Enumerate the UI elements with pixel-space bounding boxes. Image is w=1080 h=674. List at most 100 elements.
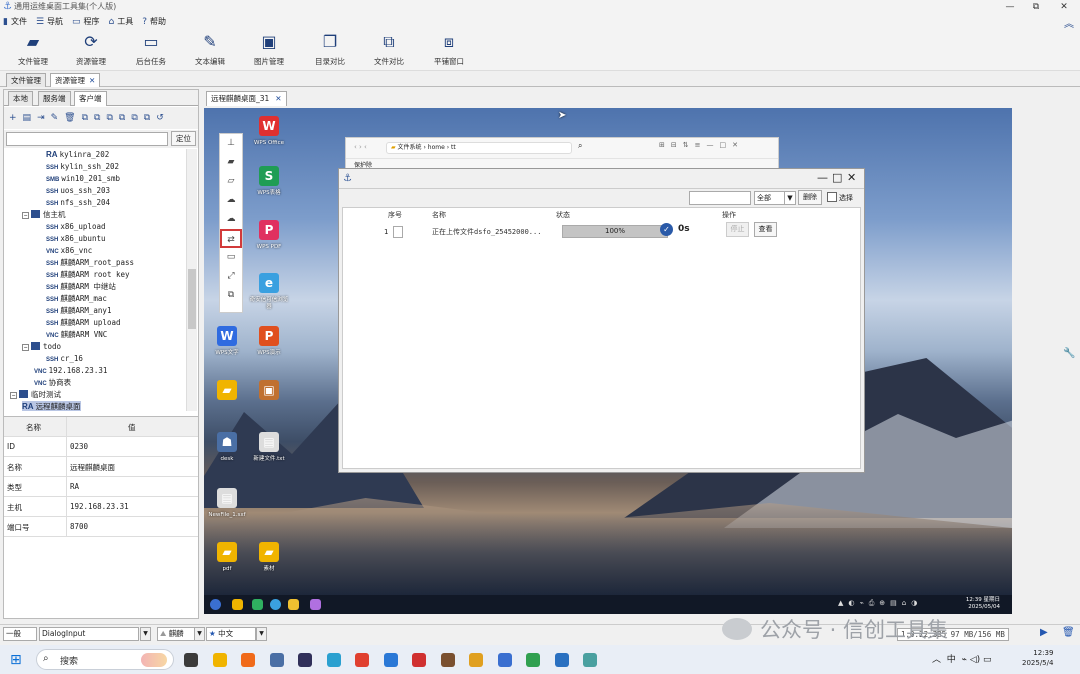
theme-select[interactable]: ⛰ 麒麟 — [157, 627, 195, 641]
desktop-icon[interactable]: ▰ 素材 — [249, 542, 289, 573]
tree-node[interactable]: SSH 麒麟ARM 中继站 — [46, 281, 116, 293]
tree-node[interactable]: SMB win10_201_smb — [46, 173, 120, 185]
transfer-window[interactable]: ⚓ — □ ✕ 全部 ▼ 删除 选择 序号 名称 状态 操作 1 正在上传文件d… — [338, 168, 865, 473]
desktop-icon[interactable]: S WPS表格 — [249, 166, 289, 197]
tab-resource-manager[interactable]: 资源管理 ✕ — [50, 73, 101, 87]
tree-node[interactable]: SSH x86_ubuntu — [46, 233, 106, 245]
close-tab-icon[interactable]: ✕ — [275, 94, 281, 103]
taskbar-app-icon[interactable] — [554, 653, 569, 667]
taskbar-app-icon[interactable] — [383, 653, 398, 667]
float-tool-icon-2[interactable]: ▱ — [220, 172, 242, 191]
float-tool-icon-8[interactable]: ⧉ — [220, 286, 242, 305]
taskbar-app-icon[interactable] — [412, 653, 426, 667]
start-icon[interactable] — [210, 599, 221, 610]
path-bar[interactable]: ▰ 文件系统 › home › tt — [386, 142, 572, 154]
desktop-icon[interactable]: ▤ NewFile_1.sxf — [207, 488, 247, 519]
desktop-icon[interactable]: W WPS Office — [249, 116, 289, 147]
desktop-icon[interactable]: W WPS文字 — [207, 326, 247, 357]
close-button[interactable]: ✕ — [1050, 0, 1078, 14]
taskbar-app-icon[interactable] — [241, 653, 255, 667]
trash-icon[interactable]: 🗑 — [1062, 627, 1075, 638]
tree-folder[interactable]: − 临时测试 — [10, 389, 61, 401]
tool-icon-2[interactable]: ⇥ — [37, 113, 45, 123]
restore-button[interactable]: ⧉ — [1022, 0, 1050, 14]
toolbar-button-5[interactable]: ❐ 目录对比 — [303, 31, 357, 67]
tree-node[interactable]: SSH nfs_ssh_204 — [46, 197, 110, 209]
transfer-icon[interactable]: ⇄ — [220, 229, 242, 248]
desktop-icon[interactable]: ▣ — [249, 380, 289, 404]
tree-node[interactable]: RA kylinra_202 — [46, 149, 109, 161]
toolbar-button-6[interactable]: ⧉ 文件对比 — [362, 31, 416, 67]
app-icon[interactable] — [288, 599, 299, 610]
desktop-icon[interactable]: ☗ desk — [207, 432, 247, 463]
menu-item-4[interactable]: ? 帮助 — [142, 16, 166, 27]
delete-button[interactable]: 删除 — [798, 190, 822, 205]
tool-icon-10[interactable]: ⧉ — [144, 113, 150, 123]
taskbar-app-icon[interactable] — [212, 653, 227, 667]
language-select[interactable]: ★ 中文 — [206, 627, 256, 641]
tool-icon-8[interactable]: ⧉ — [119, 113, 125, 123]
tool-icon-6[interactable]: ⧉ — [94, 113, 100, 123]
desktop-icon[interactable]: ▰ pdf — [207, 542, 247, 573]
menu-item-2[interactable]: ▭ 程序 — [72, 16, 100, 27]
search-icon[interactable]: ⌕ — [578, 141, 582, 151]
close-tab-icon[interactable]: ✕ — [89, 76, 95, 85]
tree-node[interactable]: SSH kylin_ssh_202 — [46, 161, 119, 173]
float-tool-icon-0[interactable]: ⊥ — [220, 134, 242, 153]
tree-node[interactable]: VNC 192.168.23.31 — [34, 365, 107, 377]
taskbar-app-icon[interactable] — [326, 653, 341, 667]
input-select[interactable]: DialogInput — [39, 627, 139, 641]
taskbar-app-icon[interactable] — [526, 653, 540, 667]
taskbar-app-icon[interactable] — [184, 653, 198, 667]
expand-icon[interactable]: − — [10, 392, 17, 399]
view-controls[interactable]: ⊞⊟⇅≡—□✕ — [659, 141, 744, 149]
chevron-down-icon[interactable]: ▼ — [140, 627, 151, 641]
chevron-down-icon[interactable]: ▼ — [194, 627, 205, 641]
menu-item-0[interactable]: ▮ 文件 — [3, 16, 27, 27]
tree-node[interactable]: VNC 麒麟ARM VNC — [46, 329, 107, 341]
tab-file-manager[interactable]: 文件管理 — [6, 73, 46, 87]
select-checkbox[interactable]: 选择 — [827, 192, 853, 204]
scrollbar-thumb[interactable] — [188, 269, 196, 329]
toolbar-button-3[interactable]: ✎ 文本编辑 — [183, 31, 237, 67]
view-button[interactable]: 查看 — [754, 222, 777, 237]
tree-node[interactable]: VNC x86_vnc — [46, 245, 92, 257]
app-icon[interactable] — [252, 599, 263, 610]
tree-folder[interactable]: − todo — [22, 341, 61, 353]
menu-item-3[interactable]: ⌂ 工具 — [109, 16, 134, 27]
minimize-button[interactable]: — — [817, 171, 828, 185]
tree-scrollbar[interactable] — [186, 149, 197, 411]
menu-item-1[interactable]: ☰ 导航 — [36, 16, 63, 27]
tree-node[interactable]: SSH 麒麟ARM_root_pass — [46, 257, 134, 269]
ime-indicator[interactable]: 中 — [947, 655, 956, 665]
tab-remote-desktop[interactable]: 远程麒麟桌面_31 ✕ — [206, 91, 287, 106]
toolbar-button-2[interactable]: ▭ 后台任务 — [124, 31, 178, 67]
tree-node[interactable]: SSH 麒麟ARM upload — [46, 317, 121, 329]
browser-icon[interactable] — [270, 599, 281, 610]
desktop-icon[interactable]: e 奇安信可信浏览器 — [249, 273, 289, 311]
tool-icon-11[interactable]: ↺ — [156, 113, 164, 123]
float-tool-icon-4[interactable]: ☁ — [220, 210, 242, 229]
tool-icon-4[interactable]: 🗑 — [64, 113, 75, 123]
minimize-button[interactable]: — — [996, 0, 1024, 14]
tool-icon-3[interactable]: ✎ — [51, 113, 59, 123]
nav-arrows[interactable]: ‹ › ‹ — [354, 143, 367, 151]
transfer-search-input[interactable] — [689, 191, 751, 205]
tree-node[interactable]: SSH x86_upload — [46, 221, 106, 233]
tree-node[interactable]: RA 远程麒麟桌面 — [22, 401, 81, 411]
tree-node[interactable]: SSH 麒麟ARM_mac — [46, 293, 107, 305]
desktop-icon[interactable]: P WPS演示 — [249, 326, 289, 357]
taskbar-app-icon[interactable] — [298, 653, 312, 667]
tool-icon-9[interactable]: ⧉ — [131, 113, 137, 123]
system-tray[interactable]: ︿ 中 ⌁ ◁) ▭ — [932, 652, 992, 665]
toolbar-button-1[interactable]: ⟳ 资源管理 — [64, 31, 118, 67]
taskbar-app-icon[interactable] — [497, 653, 512, 667]
float-tool-icon-1[interactable]: ▰ — [220, 153, 242, 172]
os-clock[interactable]: 12:39 2025/5/4 — [1022, 648, 1053, 668]
path-seg-2[interactable]: home — [428, 144, 445, 151]
remote-desktop-view[interactable]: W WPS文字 ▰ ☗ desk ▤ NewFile_1.sxf ▰ pdf W WPS Offi… — [204, 108, 1012, 614]
play-icon[interactable]: ▶ — [1040, 627, 1048, 638]
row-checkbox[interactable] — [393, 226, 403, 238]
locate-input[interactable] — [6, 132, 168, 146]
tree-node[interactable]: SSH uos_ssh_203 — [46, 185, 110, 197]
